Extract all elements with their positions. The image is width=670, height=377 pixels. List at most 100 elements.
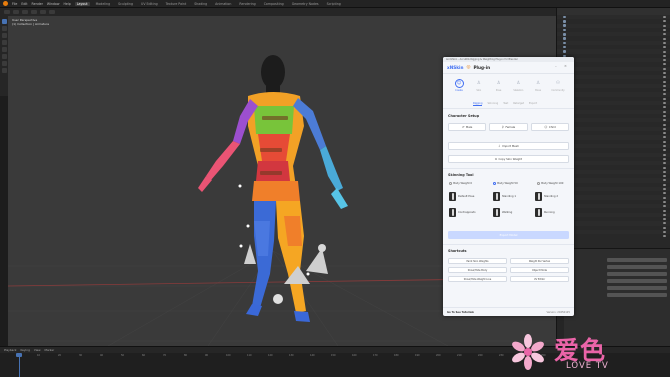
shortcut-button[interactable]: Paint Skin Weights [448,258,507,264]
tab-rigging[interactable]: Rigging [473,102,483,106]
eye-icon[interactable] [663,222,666,225]
eye-icon[interactable] [663,119,666,122]
pose-item[interactable]: Standing 1 [493,191,516,201]
weight-option[interactable]: Body Weight 100 [537,182,563,185]
tab-retarget[interactable]: Retarget [513,102,524,106]
eye-icon[interactable] [663,54,666,57]
shortcut-button[interactable]: Weight Per Vertex [510,258,569,264]
eye-icon[interactable] [663,67,666,70]
workspace-tab[interactable]: Geometry Nodes [290,2,321,6]
eye-icon[interactable] [663,205,666,208]
workspace-tab[interactable]: Animation [213,2,233,6]
eye-icon[interactable] [663,183,666,186]
male-button[interactable]: ♂ Male [448,123,486,131]
eye-icon[interactable] [663,37,666,40]
pose-item[interactable]: Standing 2 [535,191,558,201]
eye-icon[interactable] [663,110,666,113]
eye-icon[interactable] [663,209,666,212]
eye-icon[interactable] [663,188,666,191]
eye-icon[interactable] [663,59,666,62]
eye-icon[interactable] [663,93,666,96]
weight-option[interactable]: Body Weight 50 [493,182,518,185]
workspace-tab[interactable]: Scripting [325,2,343,6]
workspace-tab[interactable]: Rendering [237,2,257,6]
eye-icon[interactable] [663,140,666,143]
property-field[interactable] [607,257,667,262]
eye-icon[interactable] [663,16,666,19]
eye-icon[interactable] [663,166,666,169]
menu-window[interactable]: Window [47,2,60,6]
shortcut-button[interactable]: Show/Hide Weight Line [448,276,507,282]
menu-render[interactable]: Render [32,2,43,6]
nav-pose[interactable]: ♙ Pose [491,79,507,92]
measure-tool-icon[interactable] [1,68,7,73]
eye-icon[interactable] [663,114,666,117]
object-menu[interactable] [49,10,55,14]
import-mesh-button[interactable]: ⇩ Import Mesh [448,142,569,150]
tab-test[interactable]: Test [503,102,508,106]
pose-item[interactable]: Default Pose [449,191,474,201]
eye-icon[interactable] [663,162,666,165]
eye-icon[interactable] [663,218,666,221]
eye-icon[interactable] [663,102,666,105]
mode-select[interactable] [13,10,19,14]
pose-item[interactable]: Running [535,207,555,217]
copy-weight-button[interactable]: ⧉ Copy Skin Weight [448,155,569,163]
eye-icon[interactable] [663,226,666,229]
eye-icon[interactable] [663,20,666,23]
export-model-button[interactable]: Export Model [448,231,569,239]
cursor-tool-icon[interactable] [1,26,7,31]
pose-item[interactable]: Contrapposto [449,207,476,217]
property-field[interactable] [607,264,667,269]
workspace-tab[interactable]: Modeling [94,2,113,6]
eye-icon[interactable] [663,136,666,139]
shortcut-button[interactable]: Show/Hide Body [448,267,507,273]
menu-edit[interactable]: Edit [21,2,27,6]
child-button[interactable]: ☺ Child [531,123,569,131]
property-field[interactable] [607,271,667,276]
eye-icon[interactable] [663,72,666,74]
move-tool-icon[interactable] [1,33,7,38]
eye-icon[interactable] [663,80,666,83]
close-icon[interactable]: × [564,64,567,68]
eye-icon[interactable] [663,170,666,173]
female-button[interactable]: ♀ Female [489,123,528,131]
eye-icon[interactable] [663,175,666,178]
tab-export[interactable]: Export [529,102,537,106]
eye-icon[interactable] [663,29,666,32]
eye-icon[interactable] [663,123,666,126]
annotate-tool-icon[interactable] [1,61,7,66]
tutorials-link[interactable]: Go To See Tutorials [447,311,474,314]
nav-community[interactable]: ⚇ Community [550,79,566,92]
workspace-tab[interactable]: Layout [74,1,90,6]
blender-logo-icon[interactable] [3,1,8,6]
eye-icon[interactable] [663,179,666,182]
workspace-tab[interactable]: Sculpting [116,2,135,6]
menu-file[interactable]: File [12,2,17,6]
eye-icon[interactable] [663,63,666,66]
minimize-icon[interactable]: – [555,64,557,68]
pose-item[interactable]: Walking [493,207,512,217]
eye-icon[interactable] [663,46,666,49]
timeline-menu[interactable]: View [34,348,41,352]
eye-icon[interactable] [663,127,666,130]
select-menu[interactable] [31,10,37,14]
eye-icon[interactable] [663,106,666,109]
workspace-tab[interactable]: Texture Paint [164,2,189,6]
eye-icon[interactable] [663,153,666,156]
workspace-tab[interactable]: Shading [192,2,209,6]
eye-icon[interactable] [663,235,666,238]
transform-tool-icon[interactable] [1,54,7,59]
rotate-tool-icon[interactable] [1,40,7,45]
nav-bone[interactable]: ♙ Bone [530,79,546,92]
shortcut-button[interactable]: UV Editor [510,276,569,282]
eye-icon[interactable] [663,89,666,92]
workspace-tab[interactable]: Compositing [262,2,286,6]
eye-icon[interactable] [663,50,666,53]
eye-icon[interactable] [663,41,666,44]
property-field[interactable] [607,278,667,283]
timeline-menu[interactable]: Keying [20,348,29,352]
eye-icon[interactable] [663,33,666,36]
eye-icon[interactable] [663,76,666,79]
timeline-ruler[interactable]: 0102030405060708090100110120130140150160… [0,354,556,359]
